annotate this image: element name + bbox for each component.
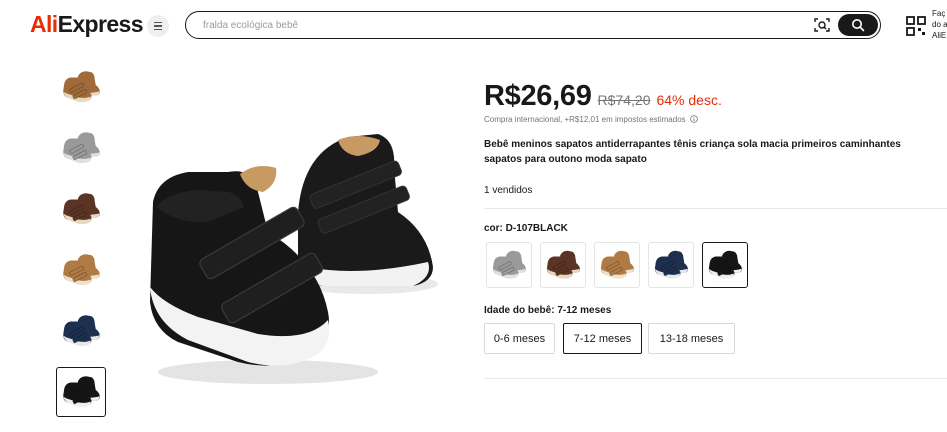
gallery-thumbnail[interactable] bbox=[56, 367, 106, 417]
app-text-line: AliE bbox=[932, 31, 947, 40]
top-header: AliExpress Faç do a AliE bbox=[0, 0, 947, 52]
gallery-thumbnail[interactable] bbox=[56, 123, 106, 173]
shoe-thumbnail-icon bbox=[492, 250, 527, 279]
price-row: R$26,69 R$74,20 64% desc. bbox=[484, 80, 722, 113]
app-text-line: Faç bbox=[932, 9, 946, 18]
divider bbox=[484, 378, 947, 379]
color-swatch[interactable] bbox=[594, 242, 640, 288]
logo-part-express: Express bbox=[57, 11, 144, 37]
info-icon[interactable] bbox=[690, 115, 698, 123]
current-price: R$26,69 bbox=[484, 80, 592, 112]
discount-badge: 64% desc. bbox=[656, 92, 722, 108]
shoe-thumbnail-icon bbox=[654, 250, 689, 279]
camera-search-icon[interactable] bbox=[814, 17, 830, 33]
color-swatch[interactable] bbox=[702, 242, 748, 288]
color-label: cor: D-107BLACK bbox=[484, 223, 568, 234]
product-title: Bebê meninos sapatos antiderrapantes tên… bbox=[484, 139, 901, 165]
color-swatch[interactable] bbox=[648, 242, 694, 288]
shoe-thumbnail-icon bbox=[546, 250, 581, 279]
divider bbox=[484, 208, 947, 209]
size-option[interactable]: 7-12 meses bbox=[563, 323, 642, 354]
search-icon bbox=[852, 19, 865, 32]
tax-note-text: Compra internacional, +R$12,01 em impost… bbox=[484, 115, 686, 124]
shoe-thumbnail-icon bbox=[63, 376, 100, 408]
app-download-text[interactable]: Faç do a AliE bbox=[932, 8, 947, 41]
search-input[interactable] bbox=[203, 16, 783, 34]
shoe-thumbnail-icon bbox=[63, 71, 100, 103]
search-button[interactable] bbox=[838, 14, 878, 36]
size-option[interactable]: 13-18 meses bbox=[648, 323, 735, 354]
gallery-thumbnail[interactable] bbox=[56, 184, 106, 234]
search-bar bbox=[185, 11, 881, 39]
menu-icon bbox=[154, 21, 162, 32]
size-label: Idade do bebê: 7-12 meses bbox=[484, 305, 612, 316]
sold-count: 1 vendidos bbox=[484, 185, 533, 196]
gallery-thumbnail[interactable] bbox=[56, 306, 106, 356]
main-product-image[interactable] bbox=[128, 72, 458, 412]
baby-shoe-image bbox=[150, 134, 438, 384]
tax-note: Compra internacional, +R$12,01 em impost… bbox=[484, 115, 698, 124]
shoe-thumbnail-icon bbox=[63, 254, 100, 286]
menu-button[interactable] bbox=[147, 15, 169, 37]
size-option[interactable]: 0-6 meses bbox=[484, 323, 555, 354]
aliexpress-logo[interactable]: AliExpress bbox=[30, 11, 144, 38]
app-text-line: do a bbox=[932, 20, 947, 29]
shoe-thumbnail-icon bbox=[63, 132, 100, 164]
shoe-thumbnail-icon bbox=[708, 250, 743, 279]
gallery-thumbnail[interactable] bbox=[56, 62, 106, 112]
shoe-thumbnail-icon bbox=[600, 250, 635, 279]
color-swatch[interactable] bbox=[540, 242, 586, 288]
gallery-thumbnail[interactable] bbox=[56, 245, 106, 295]
original-price: R$74,20 bbox=[597, 92, 651, 108]
color-swatch[interactable] bbox=[486, 242, 532, 288]
shoe-thumbnail-icon bbox=[63, 193, 100, 225]
qr-code-icon[interactable] bbox=[906, 16, 926, 36]
logo-part-ali: Ali bbox=[30, 11, 58, 37]
shoe-thumbnail-icon bbox=[63, 315, 100, 347]
